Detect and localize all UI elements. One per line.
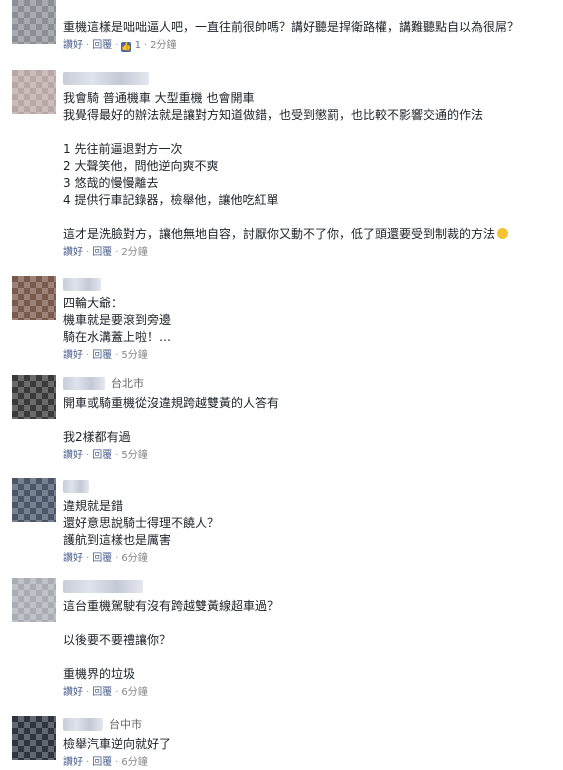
commenter-name[interactable] xyxy=(63,376,105,390)
comment-actions: 讚好 · 回覆 · 👍 1 · 2分鐘 xyxy=(63,39,557,53)
timestamp[interactable]: 6分鐘 xyxy=(121,553,147,564)
avatar[interactable] xyxy=(12,375,56,419)
comment-actions: 讚好 · 回覆 · 6分鐘 xyxy=(63,553,148,564)
like-link[interactable]: 讚好 xyxy=(63,553,83,564)
commenter-name[interactable] xyxy=(63,71,149,85)
comment-text: 四輪大爺： 機車就是要滾到旁邊 騎在水溝蓋上啦！… xyxy=(63,296,172,344)
timestamp[interactable]: 5分鐘 xyxy=(121,450,147,461)
commenter-name[interactable] xyxy=(63,579,143,593)
reply-link[interactable]: 回覆 xyxy=(92,450,112,461)
like-count[interactable]: 1 xyxy=(135,40,141,51)
like-link[interactable]: 讚好 xyxy=(63,350,83,361)
commenter-name[interactable] xyxy=(63,479,89,493)
timestamp[interactable]: 5分鐘 xyxy=(121,350,147,361)
comment-thread: 重機這樣是咄咄逼人吧，一直往前很帥嗎？講好聽是捍衛路權，講難聽點自以為很屌？ 讚… xyxy=(0,0,563,768)
reply-link[interactable]: 回覆 xyxy=(92,757,112,768)
avatar[interactable] xyxy=(12,716,56,760)
comment-text: 違規就是錯 還好意思說騎士得理不饒人？ 護航到這樣也是厲害 xyxy=(63,499,220,547)
comment-actions: 讚好 · 回覆 · 5分鐘 xyxy=(63,450,148,461)
commenter-name[interactable] xyxy=(63,277,101,291)
commenter-name[interactable] xyxy=(63,717,103,731)
like-link[interactable]: 讚好 xyxy=(63,247,83,258)
comment-text: 重機這樣是咄咄逼人吧，一直往前很帥嗎？講好聽是捍衛路權，講難聽點自以為很屌？ xyxy=(63,20,520,34)
like-link[interactable]: 讚好 xyxy=(63,40,83,51)
timestamp[interactable]: 2分鐘 xyxy=(121,247,147,258)
avatar[interactable] xyxy=(12,578,56,622)
reply-link[interactable]: 回覆 xyxy=(92,247,112,258)
reply-link[interactable]: 回覆 xyxy=(92,553,112,564)
reply-link[interactable]: 回覆 xyxy=(92,40,112,51)
avatar[interactable] xyxy=(12,276,56,320)
timestamp[interactable]: 2分鐘 xyxy=(150,40,176,51)
comment-text: 開車或騎重機從沒違規跨越雙黃的人答有 我2樣都有過 xyxy=(63,396,280,444)
commenter-location: 台中市 xyxy=(109,718,142,731)
avatar[interactable] xyxy=(12,70,56,114)
separator: · xyxy=(86,40,90,51)
commenter-location: 台北市 xyxy=(111,377,144,390)
like-link[interactable]: 讚好 xyxy=(63,687,83,698)
comment-text: 這台重機駕駛有沒有跨越雙黃線超車過？ 以後要不要禮讓你？ 重機界的垃圾 xyxy=(63,599,280,681)
reply-link[interactable]: 回覆 xyxy=(92,350,112,361)
comment-text: 檢舉汽車逆向就好了 xyxy=(63,737,172,751)
thumbs-up-icon: 👍 xyxy=(121,42,132,52)
comment-text: 我會騎 普通機車 大型重機 也會開車 我覺得最好的辦法就是讓對方知道做錯，也受到… xyxy=(63,90,557,243)
like-link[interactable]: 讚好 xyxy=(63,450,83,461)
avatar[interactable] xyxy=(12,0,56,44)
separator: · xyxy=(115,40,119,51)
separator: · xyxy=(143,40,148,51)
timestamp[interactable]: 6分鐘 xyxy=(121,687,147,698)
avatar[interactable] xyxy=(12,478,56,522)
thumbs-up-emoji-icon xyxy=(497,228,509,239)
reply-link[interactable]: 回覆 xyxy=(92,687,112,698)
like-link[interactable]: 讚好 xyxy=(63,757,83,768)
comment-actions: 讚好 · 回覆 · 6分鐘 xyxy=(63,687,148,698)
comment-actions: 讚好 · 回覆 · 5分鐘 xyxy=(63,350,148,361)
comment-actions: 讚好 · 回覆 · 2分鐘 xyxy=(63,247,148,258)
timestamp[interactable]: 6分鐘 xyxy=(121,757,147,768)
